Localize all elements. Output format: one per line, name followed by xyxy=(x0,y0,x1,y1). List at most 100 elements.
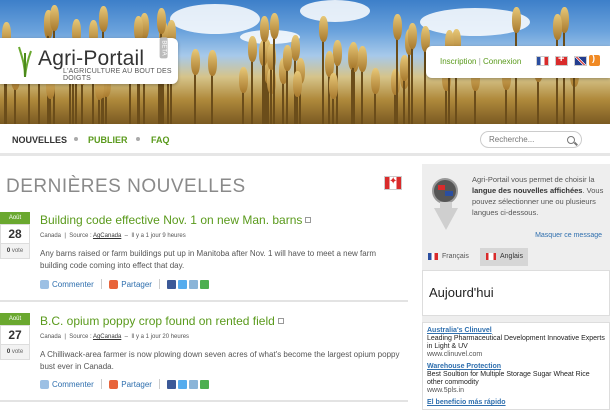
bookmark-icon[interactable] xyxy=(200,380,210,389)
wheat-ear xyxy=(260,16,269,42)
wheat-stalk xyxy=(408,49,410,124)
language-tabs: Français Anglais xyxy=(422,248,610,266)
rss-icon[interactable] xyxy=(589,53,600,66)
wheat-stalk xyxy=(322,36,324,124)
wheat-ear xyxy=(293,71,302,97)
site-logo[interactable]: Agri-Portail L'AGRICULTURE AU BOUT DES D… xyxy=(0,37,178,84)
wheat-ear xyxy=(319,16,328,42)
date-month: Août xyxy=(0,212,30,224)
tab-anglais[interactable]: Anglais xyxy=(480,248,528,266)
article-meta: Canada | Source : AgCanada – Il y a 1 jo… xyxy=(40,233,186,239)
article-meta: Canada | Source : AgCanada – Il y a 1 jo… xyxy=(40,334,190,340)
globe-flags-icon xyxy=(432,178,458,204)
wheat-logo-icon xyxy=(18,46,32,77)
ad-item[interactable]: Australia's Clinuvel Leading Pharmaceuti… xyxy=(427,327,605,359)
vote-count[interactable]: 0 vote xyxy=(0,345,30,360)
nav-item-nouvelles[interactable]: NOUVELLES xyxy=(12,135,67,145)
wheat-stalk xyxy=(352,62,354,124)
wheat-ear xyxy=(191,49,200,75)
facebook-icon[interactable] xyxy=(167,280,177,289)
comment-link[interactable]: Commenter xyxy=(52,380,94,389)
twitter-icon[interactable] xyxy=(178,280,188,289)
facebook-icon[interactable] xyxy=(167,380,177,389)
wheat-ear xyxy=(358,46,367,72)
wheat-stalk xyxy=(14,84,16,124)
external-link-icon xyxy=(277,318,284,324)
date-day: 27 xyxy=(0,325,30,345)
ad-item[interactable]: El beneficio más rápido xyxy=(427,399,605,407)
nav-item-publier[interactable]: PUBLIER xyxy=(88,135,128,145)
hide-message-link[interactable]: Masquer ce message xyxy=(535,232,602,239)
bookmark-icon[interactable] xyxy=(200,280,210,289)
article-title[interactable]: Building code effective Nov. 1 on new Ma… xyxy=(40,213,312,227)
wheat-ear xyxy=(408,23,417,49)
ads-panel: Australia's Clinuvel Leading Pharmaceuti… xyxy=(422,322,610,410)
wheat-ear xyxy=(270,13,279,39)
wheat-stalk xyxy=(286,65,288,124)
wheat-ear xyxy=(208,50,217,76)
nav-item-faq[interactable]: FAQ xyxy=(151,135,170,145)
logo-tagline: L'AGRICULTURE AU BOUT DES DOIGTS xyxy=(63,68,172,82)
wheat-ear xyxy=(239,67,248,93)
wheat-ear xyxy=(333,40,342,66)
wheat-stalk xyxy=(505,84,507,124)
page-title: DERNIÈRES NOUVELLES xyxy=(6,176,246,197)
date-day: 28 xyxy=(0,224,30,244)
france-flag-icon[interactable] xyxy=(536,56,549,66)
share-link[interactable]: Partager xyxy=(121,380,152,389)
down-arrow-icon xyxy=(434,208,458,230)
wheat-stalk xyxy=(270,64,272,124)
wheat-stalk xyxy=(403,75,405,124)
canada-flag-icon xyxy=(486,253,496,260)
wheat-stalk xyxy=(396,34,398,124)
switzerland-flag-icon[interactable] xyxy=(555,53,568,66)
delicious-icon[interactable] xyxy=(189,380,199,389)
france-flag-icon xyxy=(428,253,438,260)
cloud-decoration xyxy=(300,0,370,22)
wheat-stalk xyxy=(69,77,71,124)
canada-flag-icon[interactable] xyxy=(384,176,402,190)
main-nav: NOUVELLES PUBLIER FAQ xyxy=(0,124,610,156)
uk-flag-icon[interactable] xyxy=(574,56,587,66)
wheat-stalk xyxy=(282,78,284,124)
wheat-ear xyxy=(329,73,338,99)
ad-item[interactable]: Warehouse Protection Best Soultion for M… xyxy=(427,363,605,395)
article-summary: A Chilliwack-area farmer is now plowing … xyxy=(40,350,400,371)
article-title[interactable]: B.C. opium poppy crop found on rented fi… xyxy=(40,314,284,328)
share-icon xyxy=(109,380,119,389)
tab-francais[interactable]: Français xyxy=(422,248,476,266)
article-summary: Any barns raised or farm buildings put u… xyxy=(40,249,377,270)
wheat-ear xyxy=(371,68,380,94)
share-icon xyxy=(109,280,119,289)
signup-link[interactable]: Inscription xyxy=(440,57,476,66)
comment-link[interactable]: Commenter xyxy=(52,280,94,289)
delicious-icon[interactable] xyxy=(189,280,199,289)
twitter-icon[interactable] xyxy=(178,380,188,389)
source-link[interactable]: AgCanada xyxy=(93,233,121,239)
news-article: Août 27 0 vote B.C. opium poppy crop fou… xyxy=(0,313,408,403)
wheat-ear xyxy=(248,36,257,62)
header-banner: Agri-Portail L'AGRICULTURE AU BOUT DES D… xyxy=(0,0,610,124)
source-link[interactable]: AgCanada xyxy=(93,334,121,340)
date-month: Août xyxy=(0,313,30,325)
share-link[interactable]: Partager xyxy=(121,280,152,289)
sidebar: Agri-Portail vous permet de choisir la l… xyxy=(422,164,610,410)
link-separator: | xyxy=(478,57,481,66)
article-actions: Commenter Partager xyxy=(40,379,211,389)
wheat-ear xyxy=(99,6,108,32)
cloud-decoration xyxy=(170,4,260,34)
article-divider xyxy=(0,400,408,402)
beta-badge: BETA xyxy=(159,37,168,59)
comment-icon xyxy=(40,380,49,389)
wheat-stalk xyxy=(194,69,196,124)
login-link[interactable]: Connexion xyxy=(483,57,521,66)
external-link-icon xyxy=(305,217,312,223)
wheat-ear xyxy=(349,42,358,68)
wheat-ear xyxy=(512,7,521,33)
article-divider xyxy=(0,300,408,302)
search-icon[interactable] xyxy=(567,136,575,144)
vote-count[interactable]: 0 vote xyxy=(0,244,30,259)
wheat-stalk xyxy=(537,76,539,124)
wheat-stalk xyxy=(273,33,275,124)
wheat-stalk xyxy=(361,66,363,124)
